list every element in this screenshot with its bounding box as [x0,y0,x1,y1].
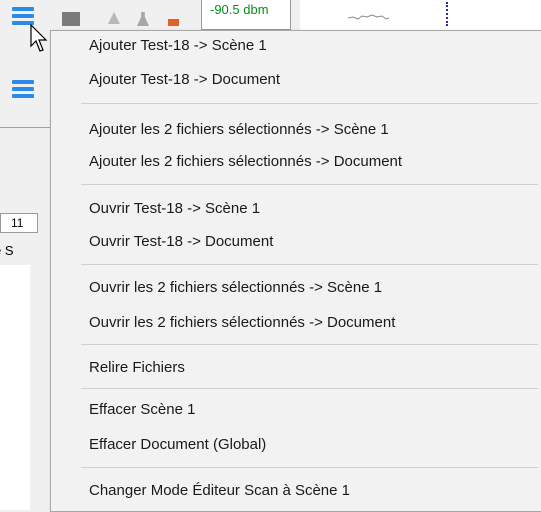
marker-line [446,2,448,26]
menu-separator [81,467,538,468]
spectrum-view[interactable] [300,0,541,30]
record-marker-icon[interactable] [168,19,179,26]
menu-item-reload-files[interactable]: Relire Fichiers [89,355,185,381]
stop-icon[interactable] [62,12,80,26]
menu-item-add-test18-document[interactable]: Ajouter Test-18 -> Document [89,67,280,93]
menu-separator [81,184,538,185]
triangle-icon[interactable] [108,12,120,24]
menu-separator [81,344,538,345]
menu-separator [81,388,538,389]
file-list-panel[interactable] [0,265,30,510]
menu-item-clear-scene1[interactable]: Effacer Scène 1 [89,397,195,423]
hamburger-icon-secondary[interactable] [12,80,34,101]
app-toolbar: -90.5 dbm [0,0,541,33]
context-menu: Ajouter Test-18 -> Scène 1 Ajouter Test-… [50,30,541,512]
menu-item-open-selected-document[interactable]: Ouvrir les 2 fichiers sélectionnés -> Do… [89,310,395,336]
menu-item-open-test18-scene1[interactable]: Ouvrir Test-18 -> Scène 1 [89,196,260,222]
menu-separator [81,103,538,104]
menu-item-clear-document-global[interactable]: Effacer Document (Global) [89,432,266,458]
menu-item-open-selected-scene1[interactable]: Ouvrir les 2 fichiers sélectionnés -> Sc… [89,275,382,301]
level-readout-box: -90.5 dbm [201,0,291,30]
tab-11[interactable]: 11 [0,213,38,233]
flask-icon[interactable] [137,12,149,26]
menu-item-add-test18-scene1[interactable]: Ajouter Test-18 -> Scène 1 [89,33,267,59]
menu-item-change-scan-editor-mode[interactable]: Changer Mode Éditeur Scan à Scène 1 [89,478,350,504]
level-readout: -90.5 dbm [210,2,269,17]
menu-item-add-selected-scene1[interactable]: Ajouter les 2 fichiers sélectionnés -> S… [89,117,389,143]
spectrum-trace [347,14,390,20]
menu-item-open-test18-document[interactable]: Ouvrir Test-18 -> Document [89,229,273,255]
scene-tab-fragment[interactable]: e S [0,243,30,263]
mouse-pointer-icon [30,24,48,52]
panel-divider [0,127,50,128]
menu-item-add-selected-document[interactable]: Ajouter les 2 fichiers sélectionnés -> D… [89,149,402,175]
menu-separator [81,264,538,265]
